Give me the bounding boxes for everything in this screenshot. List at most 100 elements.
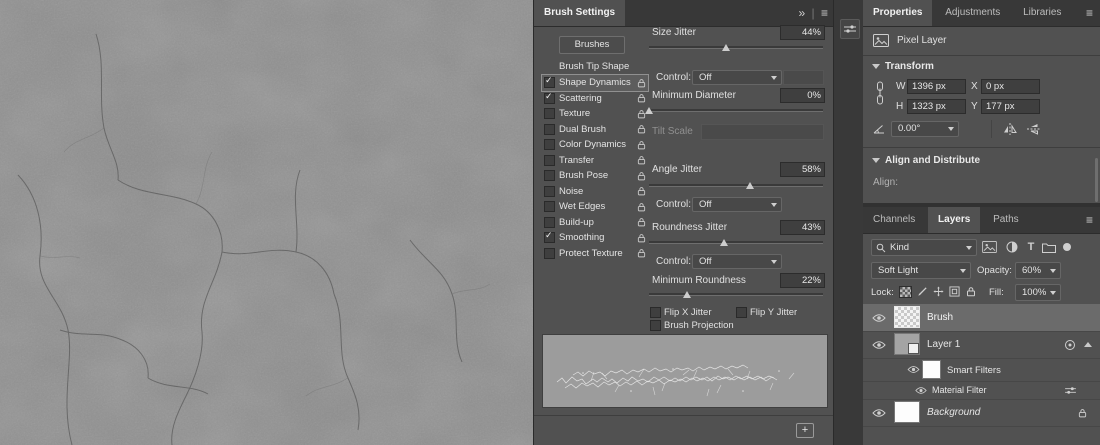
filter-blending-options-icon[interactable] [1063,385,1078,396]
brushes-button[interactable]: Brushes [559,36,625,54]
brush-option-color-dynamics[interactable]: Color Dynamics [542,137,648,153]
slider-thumb[interactable] [722,44,730,51]
checkbox[interactable] [544,170,555,181]
flip-horizontal-icon[interactable] [1001,122,1019,136]
filter-adjustment-layers-icon[interactable] [1005,240,1019,254]
checkbox[interactable] [544,232,555,243]
layers-menu-icon[interactable]: ≡ [1086,207,1093,233]
material-filter-label[interactable]: Material Filter [932,385,987,395]
brush-option-noise[interactable]: Noise [542,184,648,200]
brush-option-dual-brush[interactable]: Dual Brush [542,122,648,138]
properties-menu-icon[interactable]: ≡ [1086,0,1093,26]
brush-option-texture[interactable]: Texture [542,106,648,122]
tab-libraries[interactable]: Libraries [1013,0,1071,26]
smart-filter-icon[interactable] [1063,338,1076,351]
filter-smart-object-layers-icon[interactable] [1061,241,1073,253]
layer-row-smart-filters[interactable]: Smart Filters [863,358,1100,382]
brush-option-protect-texture[interactable]: Protect Texture [542,246,648,262]
eye-icon[interactable] [871,339,887,350]
control1-dropdown[interactable]: Off [692,70,782,85]
layer-thumbnail[interactable] [895,307,919,327]
brush-option-scattering[interactable]: Scattering [542,91,648,107]
new-brush-button[interactable]: + [796,423,814,438]
slider-thumb[interactable] [683,291,691,298]
rotation-dropdown[interactable]: 0.00° [891,121,959,137]
control3-dropdown[interactable]: Off [692,254,782,269]
layer-filter-kind-dropdown[interactable]: Kind [871,239,977,256]
eye-icon[interactable] [871,407,887,418]
layer-name[interactable]: Background [927,407,980,418]
slider-thumb[interactable] [645,107,653,114]
lock-icon[interactable] [637,155,646,165]
layer-thumbnail[interactable] [895,334,919,354]
smart-filters-label[interactable]: Smart Filters [947,365,1001,376]
flip-vertical-icon[interactable] [1025,122,1043,136]
brush-option-tip-shape[interactable]: Brush Tip Shape [542,58,648,75]
checkbox[interactable] [544,139,555,150]
size-jitter-value[interactable]: 44% [780,25,825,40]
roundness-jitter-value[interactable]: 43% [780,220,825,235]
minimum-roundness-value[interactable]: 22% [780,273,825,288]
filter-pixel-layers-icon[interactable] [981,240,997,254]
filter-type-layers-icon[interactable]: T [1025,239,1037,254]
angle-jitter-value[interactable]: 58% [780,162,825,177]
eye-icon[interactable] [871,312,887,323]
roundness-jitter-slider[interactable] [649,236,823,247]
lock-icon[interactable] [637,93,646,103]
document-canvas[interactable] [0,0,533,445]
lock-position-icon[interactable] [932,285,945,298]
layer-row-brush[interactable]: Brush [863,304,1100,332]
brush-option-smoothing[interactable]: Smoothing [542,230,648,246]
checkbox[interactable] [544,124,555,135]
collapse-filters-icon[interactable] [1084,342,1092,347]
lock-icon[interactable] [637,202,646,212]
eye-icon[interactable] [913,385,928,395]
lock-image-pixels-icon[interactable] [916,285,929,298]
flip-x-checkbox[interactable] [650,307,661,318]
tab-properties[interactable]: Properties [863,0,932,26]
checkbox[interactable] [544,201,555,212]
x-field[interactable]: 0 px [981,79,1040,94]
lock-artboard-icon[interactable] [948,285,961,298]
brush-settings-dock-icon[interactable] [840,19,860,39]
align-collapse-icon[interactable] [872,158,880,163]
checkbox[interactable] [544,186,555,197]
lock-transparent-pixels-icon[interactable] [899,286,912,298]
transform-collapse-icon[interactable] [872,64,880,69]
checkbox[interactable] [544,77,555,88]
brush-option-transfer[interactable]: Transfer [542,153,648,169]
lock-icon[interactable] [637,140,646,150]
eye-icon[interactable] [905,364,921,375]
minimum-diameter-slider[interactable] [649,104,823,115]
opacity-dropdown[interactable]: 60% [1015,262,1061,279]
fill-dropdown[interactable]: 100% [1015,284,1061,301]
checkbox[interactable] [544,155,555,166]
checkbox[interactable] [544,108,555,119]
slider-thumb[interactable] [746,182,754,189]
panel-menu-icon[interactable]: ≡ [821,6,828,20]
filter-group-layers-icon[interactable] [1041,241,1057,254]
tab-brush-settings[interactable]: Brush Settings [534,0,625,26]
link-dimensions-icon[interactable] [875,81,885,105]
properties-scrollbar[interactable] [1095,158,1098,202]
tab-layers[interactable]: Layers [928,207,980,233]
layer-name[interactable]: Brush [927,312,953,323]
lock-icon[interactable] [637,186,646,196]
tab-channels[interactable]: Channels [863,207,925,233]
lock-icon[interactable] [637,171,646,181]
checkbox[interactable] [544,248,555,259]
brush-option-wet-edges[interactable]: Wet Edges [542,199,648,215]
tab-paths[interactable]: Paths [983,207,1029,233]
lock-all-icon[interactable] [964,285,977,298]
lock-icon[interactable] [637,124,646,134]
brush-option-build-up[interactable]: Build-up [542,215,648,231]
layer-name[interactable]: Layer 1 [927,339,960,350]
width-field[interactable]: 1396 px [907,79,966,94]
layer-row-material-filter[interactable]: Material Filter [863,381,1100,400]
minimum-diameter-value[interactable]: 0% [780,88,825,103]
lock-icon[interactable] [637,217,646,227]
layer-row-layer1[interactable]: Layer 1 [863,331,1100,359]
smart-filter-mask-thumbnail[interactable] [923,361,940,378]
tab-adjustments[interactable]: Adjustments [935,0,1010,26]
height-field[interactable]: 1323 px [907,99,966,114]
